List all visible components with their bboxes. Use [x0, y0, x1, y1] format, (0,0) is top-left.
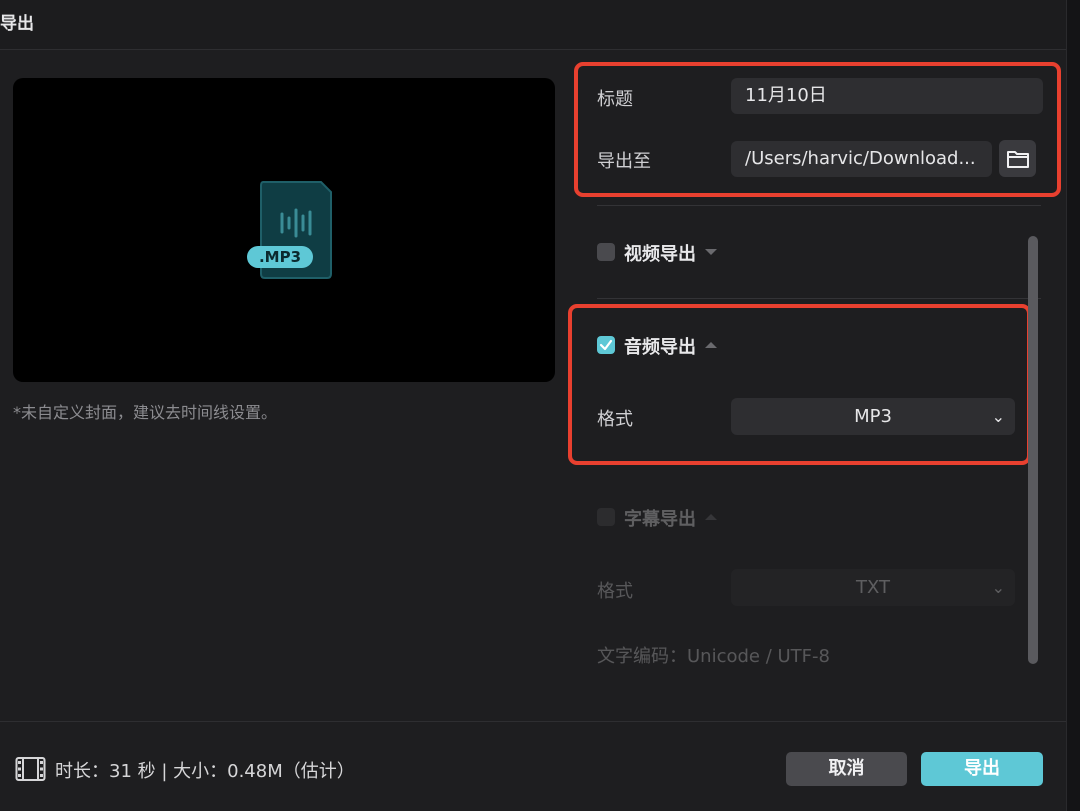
cover-note: *未自定义封面，建议去时间线设置。	[13, 403, 278, 422]
browse-folder-button[interactable]	[999, 140, 1036, 177]
collapse-caret-icon[interactable]	[705, 342, 717, 348]
title-label: 标题	[597, 89, 633, 110]
duration-size-info: 时长：31 秒 | 大小：0.48M（估计）	[55, 761, 355, 782]
export-to-label: 导出至	[597, 151, 651, 172]
subtitle-format-select[interactable]: TXT ⌄	[731, 569, 1015, 606]
audio-export-label[interactable]: 音频导出	[624, 333, 696, 359]
mp3-file-icon: .MP3	[247, 181, 332, 279]
audio-export-checkbox[interactable]	[597, 336, 615, 354]
export-path-input[interactable]: /Users/harvic/Download...	[731, 141, 992, 177]
settings-scrollbar[interactable]	[1028, 236, 1038, 664]
audio-format-select[interactable]: MP3 ⌄	[731, 398, 1015, 435]
collapse-caret-icon[interactable]	[705, 514, 717, 520]
title-bar: 导出	[0, 0, 1066, 50]
svg-text:.MP3: .MP3	[259, 248, 301, 266]
export-button[interactable]: 导出	[921, 752, 1043, 786]
cancel-button[interactable]: 取消	[786, 752, 907, 786]
text-encoding-info: 文字编码：Unicode / UTF-8	[597, 646, 830, 667]
audio-format-label: 格式	[597, 409, 633, 430]
audio-format-value: MP3	[854, 406, 892, 427]
film-icon	[15, 757, 46, 781]
background-window-edge	[1066, 0, 1080, 811]
folder-icon	[1006, 150, 1029, 168]
subtitle-export-label[interactable]: 字幕导出	[624, 505, 696, 531]
expand-caret-icon[interactable]	[705, 249, 717, 255]
title-input[interactable]: 11月10日	[731, 78, 1043, 114]
preview-area: .MP3	[13, 78, 555, 382]
footer-divider	[0, 721, 1066, 722]
divider	[597, 298, 1041, 299]
subtitle-export-checkbox[interactable]	[597, 508, 615, 526]
video-export-label[interactable]: 视频导出	[624, 240, 696, 266]
divider	[597, 205, 1041, 206]
chevron-down-icon: ⌄	[991, 407, 1005, 426]
video-export-checkbox[interactable]	[597, 243, 615, 261]
subtitle-format-value: TXT	[855, 577, 890, 598]
subtitle-format-label: 格式	[597, 581, 633, 602]
window-title: 导出	[0, 14, 34, 34]
chevron-down-icon: ⌄	[991, 578, 1005, 597]
highlight-box-audio	[568, 304, 1031, 465]
checkmark-icon	[599, 339, 613, 351]
